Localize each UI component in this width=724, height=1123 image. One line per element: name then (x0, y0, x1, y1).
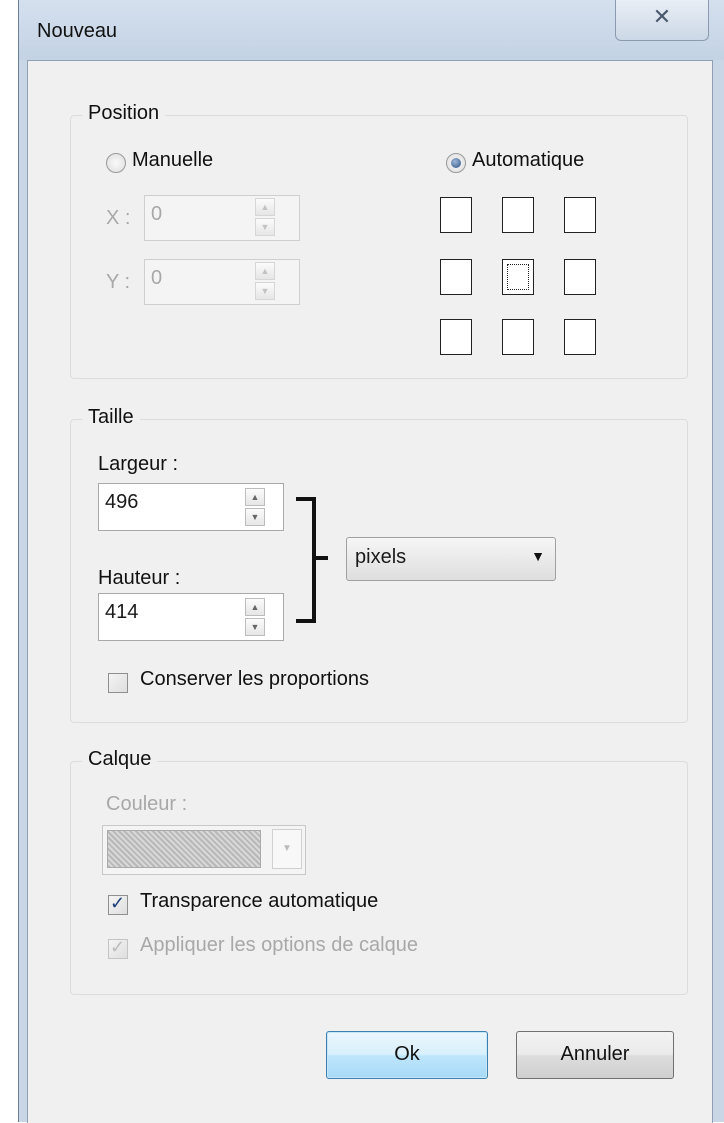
keep-ratio-checkbox[interactable] (108, 673, 128, 693)
unit-select[interactable]: pixels ▼ (346, 537, 556, 581)
manual-radio[interactable] (106, 153, 126, 173)
spin-down-icon: ▼ (250, 512, 260, 522)
spin-down-icon: ▼ (250, 622, 260, 632)
link-bracket-tick (316, 556, 328, 560)
cancel-button[interactable]: Annuler (516, 1031, 674, 1079)
x-label: X : (106, 207, 131, 229)
height-value: 414 (105, 601, 139, 623)
auto-transparency-checkbox[interactable] (108, 893, 128, 915)
width-spin-down-button[interactable]: ▼ (245, 508, 265, 526)
close-button[interactable]: ✕ (615, 0, 709, 41)
anchor-middle-center[interactable] (502, 259, 534, 295)
width-spin-up-button[interactable]: ▲ (245, 488, 265, 506)
auto-transparency-label[interactable]: Transparence automatique (140, 890, 378, 913)
spin-down-icon: ▼ (260, 286, 270, 296)
anchor-top-left[interactable] (440, 197, 472, 233)
spin-up-icon: ▲ (260, 266, 270, 276)
ok-button[interactable]: Ok (326, 1031, 488, 1079)
spin-up-icon: ▲ (250, 602, 260, 612)
anchor-bottom-left[interactable] (440, 319, 472, 355)
height-spin-down-button[interactable]: ▼ (245, 618, 265, 636)
height-label: Hauteur : (98, 567, 181, 589)
size-legend: Taille (82, 406, 140, 429)
anchor-middle-left[interactable] (440, 259, 472, 295)
automatic-radio[interactable] (446, 153, 466, 173)
spin-up-icon: ▲ (250, 492, 260, 502)
spin-down-icon: ▼ (260, 222, 270, 232)
dialog-client-area: Position Manuelle Automatique X : 0 ▲ ▼ … (27, 60, 713, 1123)
x-spin-up-button: ▲ (255, 198, 275, 216)
chevron-down-icon: ▼ (282, 843, 292, 854)
spin-up-icon: ▲ (260, 202, 270, 212)
title-bar[interactable]: Nouveau ✕ (19, 0, 724, 60)
apply-layer-options-checkbox (108, 937, 128, 959)
y-label: Y : (106, 271, 131, 293)
anchor-top-center[interactable] (502, 197, 534, 233)
anchor-top-right[interactable] (564, 197, 596, 233)
keep-ratio-label[interactable]: Conserver les proportions (140, 668, 369, 691)
y-spin-up-button: ▲ (255, 262, 275, 280)
y-spin-down-button: ▼ (255, 282, 275, 300)
color-swatch (107, 830, 261, 868)
x-spin-down-button: ▼ (255, 218, 275, 236)
automatic-label[interactable]: Automatique (472, 149, 584, 172)
y-value: 0 (151, 267, 163, 289)
width-input[interactable]: 496 ▲ ▼ (98, 483, 284, 531)
x-input: 0 ▲ ▼ (144, 195, 300, 241)
chevron-down-icon: ▼ (531, 548, 545, 564)
dialog-window: Nouveau ✕ Position Manuelle Automatique … (18, 0, 724, 1123)
layer-legend: Calque (82, 748, 158, 771)
color-label: Couleur : (106, 793, 188, 815)
y-input: 0 ▲ ▼ (144, 259, 300, 305)
dialog-title: Nouveau (37, 20, 118, 42)
width-label: Largeur : (98, 453, 179, 475)
anchor-bottom-center[interactable] (502, 319, 534, 355)
height-input[interactable]: 414 ▲ ▼ (98, 593, 284, 641)
apply-layer-options-label: Appliquer les options de calque (140, 934, 418, 956)
manual-label[interactable]: Manuelle (132, 149, 213, 172)
width-value: 496 (105, 491, 139, 513)
link-bracket (296, 497, 316, 623)
height-spin-up-button[interactable]: ▲ (245, 598, 265, 616)
x-value: 0 (151, 203, 163, 225)
anchor-middle-right[interactable] (564, 259, 596, 295)
anchor-bottom-right[interactable] (564, 319, 596, 355)
unit-value: pixels (355, 546, 407, 568)
position-legend: Position (82, 102, 166, 125)
color-dropdown-button: ▼ (272, 829, 302, 869)
color-picker: ▼ (102, 825, 306, 875)
close-icon: ✕ (652, 4, 672, 29)
